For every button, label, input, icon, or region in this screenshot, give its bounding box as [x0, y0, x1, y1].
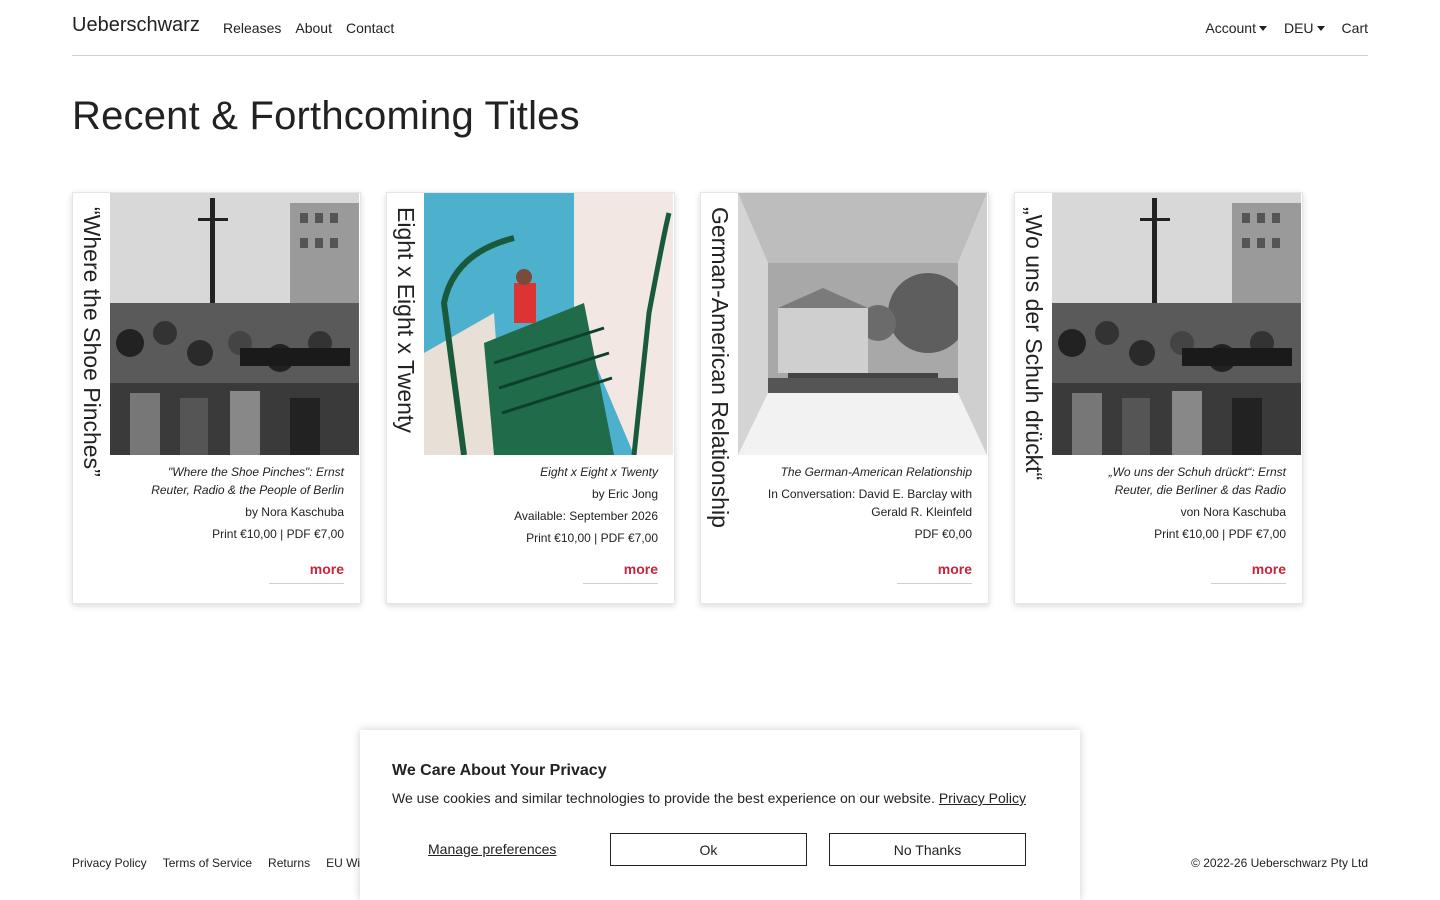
card-vertical-title: “Where the Shoe Pinches”	[79, 207, 105, 477]
cart-link[interactable]: Cart	[1342, 20, 1368, 36]
cover-image[interactable]	[738, 193, 987, 455]
brand-logo[interactable]: Ueberschwarz	[72, 14, 200, 37]
footer-link-privacy[interactable]: Privacy Policy	[72, 856, 147, 870]
manage-preferences-link[interactable]: Manage preferences	[428, 841, 556, 857]
more-link[interactable]: more	[269, 561, 344, 584]
no-thanks-button[interactable]: No Thanks	[829, 833, 1026, 866]
more-link[interactable]: more	[1211, 561, 1286, 584]
language-dropdown[interactable]: DEU	[1284, 20, 1325, 36]
top-nav: Ueberschwarz Releases About Contact Acco…	[72, 0, 1368, 56]
page-title: Recent & Forthcoming Titles	[72, 94, 580, 138]
card-availability: Available: September 2026	[514, 509, 658, 523]
nav-links: Releases About Contact	[223, 20, 408, 36]
caret-down-icon	[1258, 25, 1267, 31]
footer-links: Privacy Policy Terms of Service Returns …	[72, 856, 379, 870]
account-label: Account	[1205, 20, 1256, 36]
account-dropdown[interactable]: Account	[1205, 20, 1267, 36]
cover-image[interactable]	[424, 193, 673, 455]
card-author: by Eric Jong	[591, 487, 658, 501]
cookie-text: We use cookies and similar technologies …	[392, 790, 1026, 806]
title-cards: “Where the Shoe Pinches” "Where the Shoe…	[72, 192, 1303, 604]
title-card[interactable]: Eight x Eight x Twenty Eight x Eight x T…	[386, 192, 675, 604]
card-meta: Eight x Eight x Twenty by Eric Jong Avai…	[443, 463, 658, 551]
card-vertical-title: Eight x Eight x Twenty	[393, 207, 419, 433]
footer-link-eu-withdrawal[interactable]: EU Wit	[326, 856, 363, 870]
cookie-banner: We Care About Your Privacy We use cookie…	[360, 730, 1080, 900]
ok-button[interactable]: Ok	[610, 833, 807, 866]
cookie-privacy-link[interactable]: Privacy Policy	[939, 790, 1026, 806]
title-card[interactable]: German-American Relationship The German-…	[700, 192, 989, 604]
card-title: Eight x Eight x Twenty	[540, 465, 658, 479]
nav-right: Account DEU Cart	[1188, 20, 1368, 36]
caret-down-icon	[1316, 25, 1325, 31]
card-price: Print €10,00 | PDF €7,00	[526, 531, 658, 545]
nav-link-contact[interactable]: Contact	[346, 20, 394, 36]
card-price: Print €10,00 | PDF €7,00	[212, 527, 344, 541]
nav-link-about[interactable]: About	[295, 20, 332, 36]
card-meta: "Where the Shoe Pinches": Ernst Reuter, …	[129, 463, 344, 547]
card-vertical-title: „Wo uns der Schuh drückt“	[1021, 207, 1047, 481]
card-author: von Nora Kaschuba	[1180, 505, 1286, 519]
card-meta: The German-American Relationship In Conv…	[757, 463, 972, 547]
card-title: The German-American Relationship	[780, 465, 972, 479]
card-price: Print €10,00 | PDF €7,00	[1154, 527, 1286, 541]
copyright: © 2022-26 Ueberschwarz Pty Ltd	[1191, 856, 1368, 870]
cover-image[interactable]	[110, 193, 359, 455]
title-card[interactable]: „Wo uns der Schuh drückt“ „Wo uns der Sc…	[1014, 192, 1303, 604]
card-title: „Wo uns der Schuh drückt“: Ernst Reuter,…	[1108, 465, 1286, 497]
footer-link-returns[interactable]: Returns	[268, 856, 310, 870]
card-title: "Where the Shoe Pinches": Ernst Reuter, …	[151, 465, 344, 497]
card-subtitle: In Conversation: David E. Barclay with G…	[767, 487, 972, 519]
card-author: by Nora Kaschuba	[245, 505, 344, 519]
card-vertical-title: German-American Relationship	[707, 207, 733, 528]
more-link[interactable]: more	[897, 561, 972, 584]
more-link[interactable]: more	[583, 561, 658, 584]
language-label: DEU	[1283, 20, 1314, 36]
nav-link-releases[interactable]: Releases	[223, 20, 281, 36]
footer-link-terms[interactable]: Terms of Service	[163, 856, 252, 870]
title-card[interactable]: “Where the Shoe Pinches” "Where the Shoe…	[72, 192, 361, 604]
cookie-text-body: We use cookies and similar technologies …	[392, 790, 939, 806]
card-meta: „Wo uns der Schuh drückt“: Ernst Reuter,…	[1071, 463, 1286, 547]
cover-image[interactable]	[1052, 193, 1301, 455]
card-price: PDF €0,00	[914, 527, 972, 541]
cookie-heading: We Care About Your Privacy	[392, 762, 607, 779]
